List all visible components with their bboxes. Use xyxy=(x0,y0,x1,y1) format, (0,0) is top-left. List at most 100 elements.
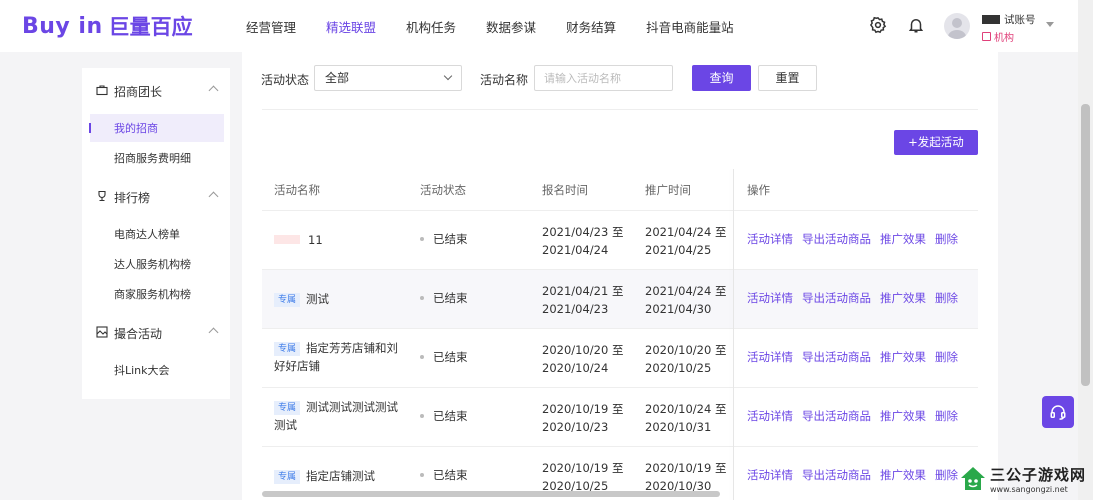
status-cell: 已结束 xyxy=(420,231,468,247)
status-cell: 已结束 xyxy=(420,408,468,424)
customer-service-button[interactable] xyxy=(1042,396,1074,428)
signup-time-cell: 2021/04/23 至 2021/04/24 xyxy=(542,223,632,259)
chevron-up-icon[interactable] xyxy=(208,191,219,202)
export-link[interactable]: 导出活动商品 xyxy=(802,231,871,247)
signup-start: 2020/10/20 至 xyxy=(542,343,624,357)
detail-link[interactable]: 活动详情 xyxy=(747,408,793,424)
trophy-icon xyxy=(98,190,106,202)
effect-link[interactable]: 推广效果 xyxy=(880,290,926,306)
exclusive-tag: 专属 xyxy=(274,293,301,307)
divider xyxy=(262,109,978,110)
settings-icon[interactable] xyxy=(866,13,890,37)
delete-link[interactable]: 删除 xyxy=(935,290,958,306)
watermark-title: 三公子游戏网 xyxy=(990,466,1087,484)
column-header-status: 活动状态 xyxy=(420,183,466,197)
delete-link[interactable]: 删除 xyxy=(935,467,958,483)
user-name: 试账号 xyxy=(1004,14,1036,26)
logo[interactable]: Buy in 巨量百应 xyxy=(22,12,193,40)
nav-item-data[interactable]: 数据参谋 xyxy=(486,17,536,36)
signup-end: 2021/04/24 xyxy=(542,243,609,257)
status-dot xyxy=(420,414,424,418)
gallery-icon xyxy=(96,326,108,338)
fixed-column-divider xyxy=(733,169,734,500)
status-text: 已结束 xyxy=(433,291,468,305)
sidebar-item-agency-rank[interactable]: 达人服务机构榜 xyxy=(90,250,224,278)
nav-item-tasks[interactable]: 机构任务 xyxy=(406,17,456,36)
column-header-signup: 报名时间 xyxy=(542,183,588,197)
effect-link[interactable]: 推广效果 xyxy=(880,349,926,365)
sidebar-group-label: 排行榜 xyxy=(114,191,151,205)
status-cell: 已结束 xyxy=(420,349,468,365)
briefcase-icon xyxy=(96,85,108,96)
export-link[interactable]: 导出活动商品 xyxy=(802,408,871,424)
sidebar-group-rank[interactable]: 排行榜 xyxy=(82,185,230,209)
effect-link[interactable]: 推广效果 xyxy=(880,467,926,483)
activity-name-input[interactable] xyxy=(534,65,673,91)
chevron-up-icon[interactable] xyxy=(208,85,219,96)
status-text: 已结束 xyxy=(433,350,468,364)
status-select[interactable]: 全部 xyxy=(314,65,462,91)
sidebar-item-creator-rank[interactable]: 电商达人榜单 xyxy=(90,220,224,248)
main-nav: 经营管理 精选联盟 机构任务 数据参谋 财务结算 抖音电商能量站 xyxy=(246,0,764,52)
ops-cell: 活动详情 导出活动商品 推广效果 删除 xyxy=(747,349,967,365)
redacted-block xyxy=(274,235,300,244)
sidebar-group-label: 招商团长 xyxy=(114,85,163,99)
effect-link[interactable]: 推广效果 xyxy=(880,231,926,247)
avatar[interactable] xyxy=(944,13,970,39)
delete-link[interactable]: 删除 xyxy=(935,231,958,247)
activity-name-cell: 专属 指定店铺测试 xyxy=(274,467,404,485)
horizontal-scrollbar[interactable] xyxy=(262,490,978,498)
bell-icon[interactable] xyxy=(904,13,928,37)
ops-cell: 活动详情 导出活动商品 推广效果 删除 xyxy=(747,290,967,306)
reset-button[interactable]: 重置 xyxy=(758,65,817,91)
vertical-scrollbar-thumb[interactable] xyxy=(1081,104,1090,386)
export-link[interactable]: 导出活动商品 xyxy=(802,290,871,306)
delete-link[interactable]: 删除 xyxy=(935,408,958,424)
headset-icon xyxy=(1050,405,1066,420)
exclusive-tag: 专属 xyxy=(274,470,301,484)
horizontal-scrollbar-thumb[interactable] xyxy=(262,491,720,497)
chevron-down-icon[interactable] xyxy=(1046,22,1054,27)
detail-link[interactable]: 活动详情 xyxy=(747,467,793,483)
sidebar-item-link-conference[interactable]: 抖Link大会 xyxy=(90,356,224,384)
promo-end: 2021/04/25 xyxy=(645,243,712,257)
nav-item-business[interactable]: 经营管理 xyxy=(246,17,296,36)
status-cell: 已结束 xyxy=(420,290,468,306)
ops-cell: 活动详情 导出活动商品 推广效果 删除 xyxy=(747,231,967,247)
sidebar-item-my-recruit[interactable]: 我的招商 xyxy=(89,114,224,142)
signup-time-cell: 2021/04/21 至 2021/04/23 xyxy=(542,282,632,318)
user-role-row: 机构 xyxy=(982,29,1036,44)
delete-link[interactable]: 删除 xyxy=(935,349,958,365)
signup-start: 2020/10/19 至 xyxy=(542,402,624,416)
user-role: 机构 xyxy=(994,33,1014,44)
sidebar-group-match[interactable]: 撮合活动 xyxy=(82,321,230,345)
query-button[interactable]: 查询 xyxy=(692,65,751,91)
promo-start: 2021/04/24 至 xyxy=(645,225,727,239)
sidebar-item-service-fee[interactable]: 招商服务费明细 xyxy=(90,144,224,172)
vertical-scrollbar[interactable] xyxy=(1078,0,1093,500)
signup-end: 2020/10/23 xyxy=(542,420,609,434)
sidebar-group-recruit[interactable]: 招商团长 xyxy=(82,79,230,103)
status-dot xyxy=(420,473,424,477)
signup-time-cell: 2020/10/19 至 2020/10/23 xyxy=(542,400,632,436)
detail-link[interactable]: 活动详情 xyxy=(747,231,793,247)
export-link[interactable]: 导出活动商品 xyxy=(802,349,871,365)
chevron-up-icon[interactable] xyxy=(208,327,219,338)
nav-item-alliance[interactable]: 精选联盟 xyxy=(326,17,376,36)
watermark-url: www.sangongzi.net xyxy=(990,485,1068,494)
export-link[interactable]: 导出活动商品 xyxy=(802,467,871,483)
detail-link[interactable]: 活动详情 xyxy=(747,290,793,306)
signup-start: 2020/10/19 至 xyxy=(542,461,624,475)
status-text: 已结束 xyxy=(433,409,468,423)
effect-link[interactable]: 推广效果 xyxy=(880,408,926,424)
user-menu[interactable]: 试账号 机构 xyxy=(982,12,1036,44)
top-bar: Buy in 巨量百应 经营管理 精选联盟 机构任务 数据参谋 财务结算 抖音电… xyxy=(0,0,1078,52)
sidebar-item-merchant-rank[interactable]: 商家服务机构榜 xyxy=(90,280,224,308)
detail-link[interactable]: 活动详情 xyxy=(747,349,793,365)
nav-item-station[interactable]: 抖音电商能量站 xyxy=(646,17,734,36)
launch-activity-button[interactable]: +发起活动 xyxy=(894,130,978,155)
table-row: 专属 测试 已结束 2021/04/21 至 2021/04/23 2021/04/… xyxy=(262,270,978,329)
column-header-name: 活动名称 xyxy=(274,183,320,197)
nav-item-finance[interactable]: 财务结算 xyxy=(566,17,616,36)
signup-start: 2021/04/21 至 xyxy=(542,284,624,298)
